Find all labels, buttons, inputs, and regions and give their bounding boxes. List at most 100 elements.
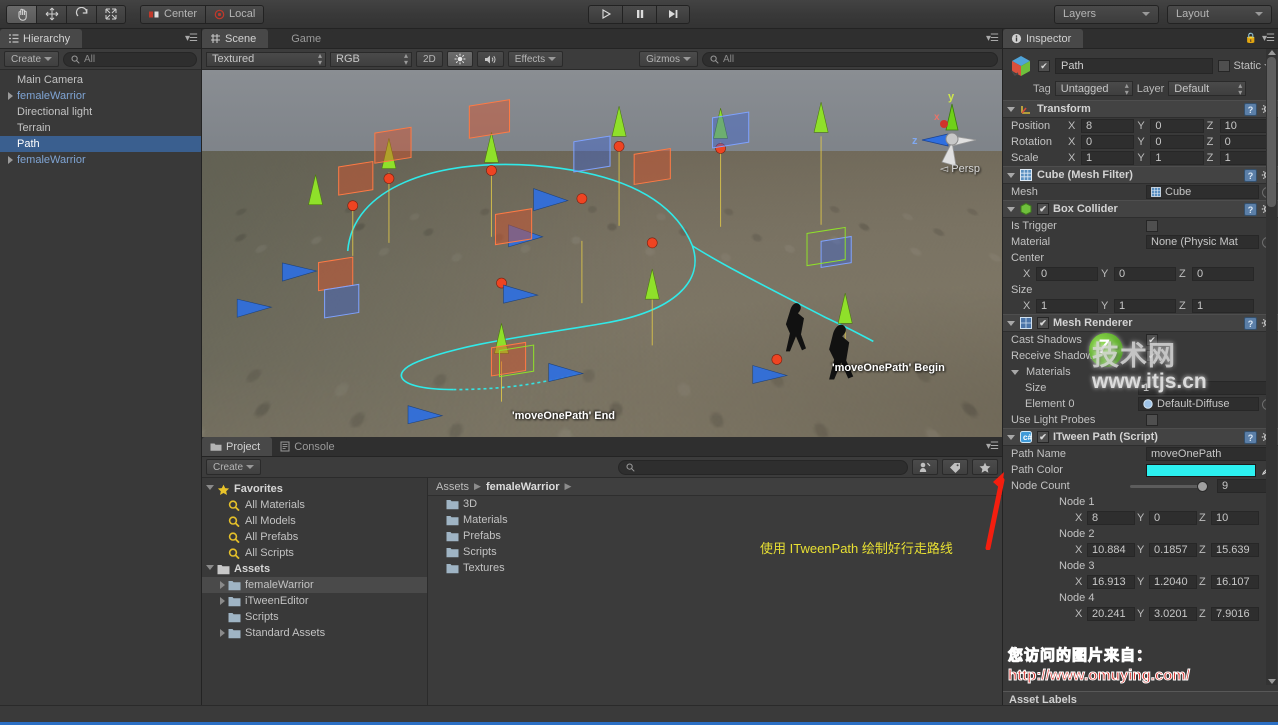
help-icon[interactable]: ? bbox=[1244, 168, 1257, 182]
scale-tool-button[interactable] bbox=[96, 4, 126, 24]
tab-scene[interactable]: Scene bbox=[202, 29, 269, 48]
space-mode-button[interactable]: Local bbox=[205, 4, 265, 24]
project-tab-menu-icon[interactable]: ▾☰ bbox=[986, 441, 999, 452]
materials-group-row[interactable]: Materials bbox=[1003, 364, 1278, 380]
node-4-y-field[interactable]: 3.0201 bbox=[1149, 607, 1197, 621]
cast-shadows-checkbox[interactable] bbox=[1146, 334, 1158, 346]
hierarchy-search-input[interactable]: All bbox=[63, 51, 197, 67]
node-2-z-field[interactable]: 15.639 bbox=[1211, 543, 1259, 557]
tab-game[interactable]: Game bbox=[268, 29, 334, 48]
pivot-mode-button[interactable]: Center bbox=[140, 4, 206, 24]
position-z-field[interactable]: 10 bbox=[1219, 119, 1273, 133]
box-collider-enabled-checkbox[interactable] bbox=[1037, 203, 1049, 215]
tag-dropdown[interactable]: Untagged ▴ ▾ bbox=[1054, 81, 1133, 96]
node-1-x-field[interactable]: 8 bbox=[1087, 511, 1135, 525]
center-y-field[interactable]: 0 bbox=[1114, 267, 1176, 281]
move-tool-button[interactable] bbox=[36, 4, 66, 24]
node-count-slider[interactable] bbox=[1130, 480, 1208, 492]
component-header-box-collider[interactable]: Box Collider ? bbox=[1003, 200, 1278, 218]
draw-mode-dropdown[interactable]: Textured ▴ ▾ bbox=[206, 51, 326, 67]
mesh-object-field[interactable]: Cube bbox=[1146, 185, 1259, 199]
collapse-triangle-icon[interactable] bbox=[1007, 172, 1015, 178]
content-item-materials[interactable]: Materials bbox=[428, 512, 1002, 528]
collapse-triangle-icon[interactable] bbox=[1007, 434, 1015, 440]
scene-tab-menu-icon[interactable]: ▾☰ bbox=[986, 33, 999, 44]
scale-x-field[interactable]: 1 bbox=[1081, 151, 1135, 165]
project-tree-item-assets[interactable]: Assets bbox=[202, 561, 427, 577]
content-item-scripts[interactable]: Scripts bbox=[428, 544, 1002, 560]
light-probes-checkbox[interactable] bbox=[1146, 414, 1158, 426]
expand-arrow-icon[interactable] bbox=[220, 597, 225, 605]
breadcrumb-current[interactable]: femaleWarrior bbox=[486, 481, 560, 493]
render-mode-dropdown[interactable]: RGB ▴ ▾ bbox=[330, 51, 412, 67]
collapse-triangle-icon[interactable] bbox=[1007, 106, 1015, 112]
itween-path-enabled-checkbox[interactable] bbox=[1037, 431, 1049, 443]
play-button[interactable] bbox=[588, 4, 622, 24]
filter-by-label-button[interactable] bbox=[942, 459, 968, 475]
project-tree-item-standard-assets[interactable]: Standard Assets bbox=[202, 625, 427, 641]
scroll-up-arrow-icon[interactable] bbox=[1268, 50, 1276, 55]
hierarchy-create-button[interactable]: Create bbox=[4, 51, 60, 67]
tab-project[interactable]: Project bbox=[202, 437, 273, 456]
gizmos-dropdown[interactable]: Gizmos bbox=[639, 51, 698, 67]
expand-arrow-icon[interactable] bbox=[220, 581, 225, 589]
static-toggle[interactable]: Static bbox=[1218, 60, 1272, 72]
rotate-tool-button[interactable] bbox=[66, 4, 96, 24]
center-x-field[interactable]: 0 bbox=[1036, 267, 1098, 281]
scene-search-input[interactable]: All bbox=[702, 51, 998, 67]
layers-dropdown[interactable]: Layers bbox=[1054, 4, 1159, 24]
mesh-renderer-enabled-checkbox[interactable] bbox=[1037, 317, 1049, 329]
node-4-z-field[interactable]: 7.9016 bbox=[1211, 607, 1259, 621]
object-active-checkbox[interactable] bbox=[1038, 60, 1050, 72]
project-tree-item-all-models[interactable]: All Models bbox=[202, 513, 427, 529]
scale-y-field[interactable]: 1 bbox=[1150, 151, 1204, 165]
path-color-swatch[interactable] bbox=[1146, 463, 1256, 477]
position-y-field[interactable]: 0 bbox=[1150, 119, 1204, 133]
project-tree-item-favorites[interactable]: Favorites bbox=[202, 481, 427, 497]
layout-dropdown[interactable]: Layout bbox=[1167, 4, 1272, 24]
hand-tool-button[interactable] bbox=[6, 4, 36, 24]
help-icon[interactable]: ? bbox=[1244, 202, 1257, 216]
is-trigger-checkbox[interactable] bbox=[1146, 220, 1158, 232]
node-count-field[interactable]: 9 bbox=[1217, 479, 1273, 493]
node-1-z-field[interactable]: 10 bbox=[1211, 511, 1259, 525]
node-1-y-field[interactable]: 0 bbox=[1149, 511, 1197, 525]
project-tree-item-scripts[interactable]: Scripts bbox=[202, 609, 427, 625]
help-icon[interactable]: ? bbox=[1244, 102, 1257, 116]
audio-toggle-button[interactable] bbox=[476, 51, 504, 67]
node-count-slider-knob[interactable] bbox=[1197, 480, 1208, 492]
layer-dropdown[interactable]: Default ▴ ▾ bbox=[1168, 81, 1247, 96]
collapse-arrow-icon[interactable] bbox=[206, 484, 214, 494]
node-3-z-field[interactable]: 16.107 bbox=[1211, 575, 1259, 589]
rotation-y-field[interactable]: 0 bbox=[1150, 135, 1204, 149]
project-tree-item-all-prefabs[interactable]: All Prefabs bbox=[202, 529, 427, 545]
node-2-y-field[interactable]: 0.1857 bbox=[1149, 543, 1197, 557]
step-button[interactable] bbox=[656, 4, 690, 24]
rotation-z-field[interactable]: 0 bbox=[1219, 135, 1273, 149]
hierarchy-item-directional-light[interactable]: Directional light bbox=[0, 104, 201, 120]
filter-by-type-button[interactable] bbox=[912, 459, 938, 475]
node-2-x-field[interactable]: 10.884 bbox=[1087, 543, 1135, 557]
position-x-field[interactable]: 8 bbox=[1081, 119, 1135, 133]
expand-arrow-icon[interactable] bbox=[8, 92, 13, 100]
object-name-field[interactable]: Path bbox=[1055, 58, 1214, 74]
tab-hierarchy[interactable]: Hierarchy bbox=[0, 29, 83, 48]
materials-collapse-icon[interactable] bbox=[1011, 369, 1019, 375]
path-name-field[interactable]: moveOnePath bbox=[1146, 447, 1273, 461]
project-create-button[interactable]: Create bbox=[206, 459, 262, 475]
hierarchy-tab-menu-icon[interactable]: ▾☰ bbox=[185, 33, 198, 44]
inspector-tab-menu-icon[interactable]: ▾☰ bbox=[1262, 33, 1275, 44]
lighting-toggle-button[interactable] bbox=[446, 51, 473, 67]
component-header-transform[interactable]: Transform ? bbox=[1003, 100, 1278, 118]
hierarchy-item-femalewarrior[interactable]: femaleWarrior bbox=[0, 88, 201, 104]
physic-material-field[interactable]: None (Physic Mat bbox=[1146, 235, 1259, 249]
hierarchy-item-femalewarrior[interactable]: femaleWarrior bbox=[0, 152, 201, 168]
project-tree-item-femalewarrior[interactable]: femaleWarrior bbox=[202, 577, 427, 593]
node-3-y-field[interactable]: 1.2040 bbox=[1149, 575, 1197, 589]
project-search-input[interactable] bbox=[618, 459, 908, 475]
expand-arrow-icon[interactable] bbox=[8, 156, 13, 164]
size-y-field[interactable]: 1 bbox=[1114, 299, 1176, 313]
component-header-itween-path[interactable]: c# ITween Path (Script) ? bbox=[1003, 428, 1278, 446]
hierarchy-item-main-camera[interactable]: Main Camera bbox=[0, 72, 201, 88]
breadcrumb-assets[interactable]: Assets bbox=[436, 481, 469, 493]
